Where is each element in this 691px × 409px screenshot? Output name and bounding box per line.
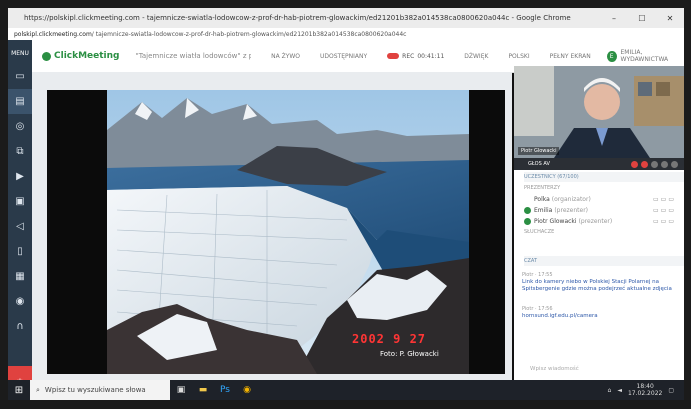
attendee-name: Emilia <box>534 207 553 214</box>
settings-icon[interactable] <box>661 160 668 168</box>
presenter-name: Piotr Glowacki <box>518 147 560 155</box>
room-name: "Tajemnicze wiatła lodowców" z prof. dr … <box>135 52 252 60</box>
presentation-area: 2002 9 27 Foto: P. Głowacki <box>32 72 512 394</box>
attendee-avatar <box>524 207 531 214</box>
task-view-icon[interactable]: ▣ <box>170 385 192 395</box>
share-status[interactable]: UDOSTĘPNIANY <box>320 53 367 60</box>
maximize-button[interactable]: ☐ <box>628 14 656 23</box>
clickmeeting-logo: ClickMeeting <box>42 51 120 61</box>
fullscreen-button[interactable]: PEŁNY EKRAN <box>550 53 591 60</box>
photoshop-icon[interactable]: Ps <box>214 385 236 395</box>
compass-icon[interactable]: ◎ <box>8 114 32 139</box>
megaphone-icon[interactable]: ◁ <box>8 214 32 239</box>
logo-icon <box>42 51 51 61</box>
chat-input[interactable]: Wpisz wiadomość <box>530 366 579 372</box>
address-domain: polskipl.clickmeeting.com <box>14 30 92 38</box>
sidebar: MENU ▭ ▤ ◎ ⧉ ▶ ▣ ◁ ▯ ▦ ◉ ∩ ⏻ <box>8 40 32 400</box>
address-bar[interactable]: polskipl.clickmeeting.com / tajemnicze-s… <box>8 28 684 40</box>
camera-icon[interactable]: ▭ <box>8 64 32 89</box>
attendees-header[interactable]: UCZESTNICY (67/100) <box>524 172 684 182</box>
presenters-label: PREZENTERZY <box>524 185 561 191</box>
attendee-role: (organizator) <box>551 196 591 203</box>
listeners-label: SŁUCHACZE <box>524 229 555 235</box>
close-button[interactable]: ✕ <box>656 14 684 23</box>
video-bar-label: GŁOS AV <box>528 161 550 167</box>
address-path: / tajemnicze-swiatla-lodowcow-z-prof-dr-… <box>91 30 407 38</box>
attendee-role: (prezenter) <box>578 218 613 225</box>
glacier-landscape-image <box>47 90 505 374</box>
network-icon[interactable]: ⌂ <box>608 387 612 394</box>
live-status: NA ŻYWO <box>271 52 301 60</box>
attendee-controls-icon[interactable]: ▭▭▭ <box>653 196 676 203</box>
clock-date: 17.02.2022 <box>627 390 663 397</box>
chrome-icon[interactable]: ◉ <box>236 385 258 395</box>
presenter-video[interactable]: Piotr Glowacki <box>514 66 684 158</box>
chat-section: CZAT <box>514 256 684 266</box>
chat-text: Link do kamery niebo w Polskiej Stacji P… <box>522 279 672 292</box>
user-avatar[interactable]: E <box>606 50 617 62</box>
rec-time: 00:41:11 <box>417 52 445 60</box>
rec-label: REC <box>402 52 415 60</box>
attendee-name: Piotr Glowacki <box>534 218 577 225</box>
chat-message: Piotr · 17:56 hornsund.igf.edu.pl/camera <box>522 306 672 320</box>
language-button[interactable]: POLSKI <box>508 53 529 60</box>
windows-taskbar: ⊞ ⌕ Wpisz tu wyszukiwane słowa ▣ ▬ Ps ◉ … <box>8 380 684 400</box>
volume-icon[interactable]: ◄ <box>617 387 622 394</box>
attendee-row[interactable]: Polka (organizator) ▭▭▭ <box>524 194 684 205</box>
chat-message: Piotr · 17:55 Link do kamery niebo w Pol… <box>522 272 672 293</box>
user-name[interactable]: EMILIA, WYDAWNICTWA <box>621 49 684 63</box>
glacier-photo: 2002 9 27 Foto: P. Głowacki <box>47 90 505 374</box>
speaker-icon[interactable] <box>651 160 658 168</box>
attendee-name: Polka <box>534 196 550 203</box>
right-panel: Piotr Glowacki GŁOS AV UCZESTNICY (67/10… <box>514 66 684 400</box>
window-title: https://polskipl.clickmeeting.com - taje… <box>24 14 571 22</box>
expand-icon[interactable] <box>671 160 678 168</box>
attendee-controls-icon[interactable]: ▭▭▭ <box>653 218 676 225</box>
files-icon[interactable]: ▣ <box>8 189 32 214</box>
video-icon[interactable]: ▶ <box>8 164 32 189</box>
attendee-role: (prezenter) <box>554 207 588 214</box>
system-tray: ⌂ ◄ 18:40 17.02.2022 ▢ <box>608 383 684 397</box>
screen-share-icon[interactable]: ⧉ <box>8 139 32 164</box>
record-toggle[interactable]: REC 00:41:11 <box>387 53 444 60</box>
search-icon: ⌕ <box>36 385 40 394</box>
broadcast-icon[interactable]: ◉ <box>8 289 32 314</box>
chat-author: Piotr · 17:56 <box>522 306 553 312</box>
minimize-button[interactable]: – <box>600 14 628 23</box>
taskbar-search-placeholder: Wpisz tu wyszukiwane słowa <box>44 386 146 394</box>
grid-icon[interactable]: ▦ <box>8 264 32 289</box>
attendee-avatar <box>524 196 531 203</box>
clock[interactable]: 18:40 17.02.2022 <box>628 383 662 397</box>
presenter-image <box>514 66 684 158</box>
headset-icon[interactable]: ∩ <box>8 314 32 339</box>
menu-button[interactable]: MENU <box>8 40 32 64</box>
logo-text: ClickMeeting <box>54 51 120 61</box>
chat-author: Piotr · 17:55 <box>522 272 553 278</box>
clock-time: 18:40 <box>636 383 654 390</box>
windows-icon[interactable]: ⊞ <box>8 385 30 396</box>
chat-header[interactable]: CZAT <box>524 256 684 266</box>
presentation-icon[interactable]: ▤ <box>8 89 32 114</box>
sound-button[interactable]: DŹWIĘK <box>464 53 488 60</box>
chat-link[interactable]: hornsund.igf.edu.pl/camera <box>522 313 672 320</box>
notifications-icon[interactable]: ▢ <box>668 387 674 394</box>
video-toolbar: GŁOS AV <box>514 158 684 170</box>
mic-off-icon[interactable] <box>641 160 648 168</box>
attendees-section: UCZESTNICY (67/100) PREZENTERZY Polka (o… <box>514 172 684 237</box>
attendee-row[interactable]: Piotr Glowacki (prezenter) ▭▭▭ <box>524 216 684 227</box>
monitor-screen: https://polskipl.clickmeeting.com - taje… <box>8 8 684 400</box>
photo-date-stamp: 2002 9 27 <box>352 332 427 346</box>
attendee-row[interactable]: Emilia (prezenter) ▭▭▭ <box>524 205 684 216</box>
record-switch-icon <box>387 53 400 59</box>
camera-off-icon[interactable] <box>631 160 638 168</box>
attendee-controls-icon[interactable]: ▭▭▭ <box>653 207 676 214</box>
attendee-avatar <box>524 218 531 225</box>
browser-titlebar: https://polskipl.clickmeeting.com - taje… <box>8 8 684 28</box>
file-explorer-icon[interactable]: ▬ <box>192 385 214 395</box>
mobile-icon[interactable]: ▯ <box>8 239 32 264</box>
taskbar-search[interactable]: ⌕ Wpisz tu wyszukiwane słowa <box>30 380 170 400</box>
photo-credit: Foto: P. Głowacki <box>380 350 439 358</box>
